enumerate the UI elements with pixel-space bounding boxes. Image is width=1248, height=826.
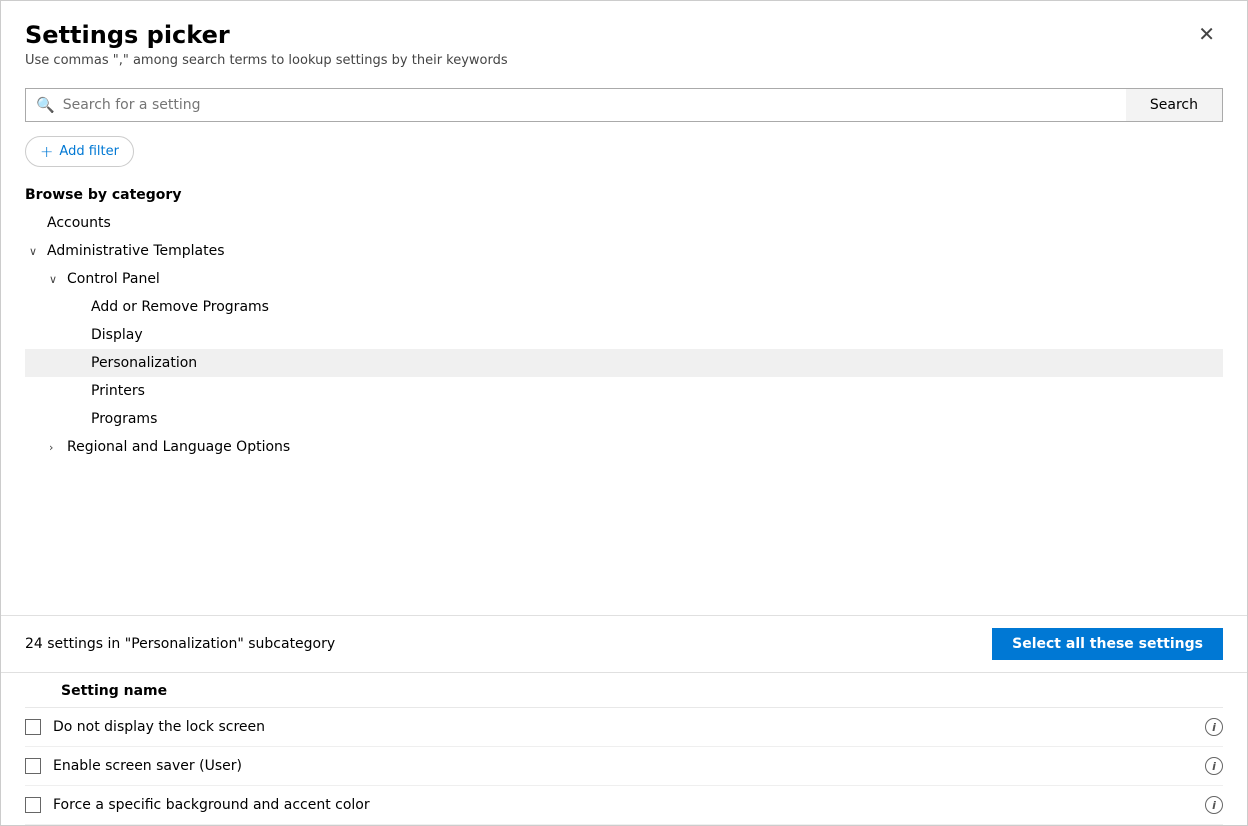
tree-item-label: Accounts xyxy=(47,215,111,231)
close-button[interactable]: ✕ xyxy=(1190,21,1223,49)
tree-item[interactable]: › Regional and Language Options xyxy=(25,433,1223,461)
settings-list: Setting name Do not display the lock scr… xyxy=(1,673,1247,825)
tree-item[interactable]: Add or Remove Programs xyxy=(25,293,1223,321)
tree-container[interactable]: Accounts ∨ Administrative Templates ∨ Contro… xyxy=(25,209,1223,615)
search-input[interactable] xyxy=(63,97,1116,113)
search-row: 🔍 Search xyxy=(1,78,1247,132)
tree-item[interactable]: Programs xyxy=(25,405,1223,433)
tree-item[interactable]: Accounts xyxy=(25,209,1223,237)
select-all-button[interactable]: Select all these settings xyxy=(992,628,1223,660)
setting-row: Enable screen saver (User) i xyxy=(25,747,1223,786)
tree-item[interactable]: Display xyxy=(25,321,1223,349)
tree-item[interactable]: ∨ Administrative Templates xyxy=(25,237,1223,265)
chevron-icon: ∨ xyxy=(29,245,43,258)
tree-item-label: Programs xyxy=(91,411,157,427)
tree-item[interactable]: ∨ Control Panel xyxy=(25,265,1223,293)
dialog-title: Settings picker xyxy=(25,21,230,49)
setting-name: Enable screen saver (User) xyxy=(53,758,1193,774)
setting-checkbox[interactable] xyxy=(25,758,41,774)
search-button[interactable]: Search xyxy=(1126,88,1223,122)
tree-item-label: Add or Remove Programs xyxy=(91,299,269,315)
setting-row: Force a specific background and accent c… xyxy=(25,786,1223,825)
info-icon[interactable]: i xyxy=(1205,757,1223,775)
tree-item[interactable]: Personalization xyxy=(25,349,1223,377)
tree-item[interactable]: Printers xyxy=(25,377,1223,405)
info-icon[interactable]: i xyxy=(1205,718,1223,736)
chevron-icon: › xyxy=(49,441,63,454)
chevron-icon: ∨ xyxy=(49,273,63,286)
setting-checkbox[interactable] xyxy=(25,797,41,813)
bottom-section: 24 settings in "Personalization" subcate… xyxy=(1,615,1247,825)
tree-item-label: Administrative Templates xyxy=(47,243,225,259)
title-row: Settings picker ✕ xyxy=(25,21,1223,49)
info-icon[interactable]: i xyxy=(1205,796,1223,814)
search-icon: 🔍 xyxy=(36,96,55,114)
browse-section: Browse by category Accounts ∨ Administrati… xyxy=(1,179,1247,615)
tree-item-label: Control Panel xyxy=(67,271,160,287)
tree-item-label: Personalization xyxy=(91,355,197,371)
settings-list-header: Setting name xyxy=(25,673,1223,708)
subcategory-count: 24 settings in "Personalization" subcate… xyxy=(25,636,335,652)
browse-title: Browse by category xyxy=(25,179,1223,209)
add-filter-label: Add filter xyxy=(59,144,119,159)
search-input-wrap: 🔍 xyxy=(25,88,1126,122)
tree-item-label: Display xyxy=(91,327,143,343)
filter-row: + Add filter xyxy=(1,132,1247,179)
dialog-header: Settings picker ✕ Use commas "," among s… xyxy=(1,1,1247,78)
dialog-subtitle: Use commas "," among search terms to loo… xyxy=(25,53,1223,68)
tree-item-label: Printers xyxy=(91,383,145,399)
setting-checkbox[interactable] xyxy=(25,719,41,735)
add-filter-button[interactable]: + Add filter xyxy=(25,136,134,167)
plus-icon: + xyxy=(40,142,53,161)
bottom-header: 24 settings in "Personalization" subcate… xyxy=(1,616,1247,673)
tree-item-label: Regional and Language Options xyxy=(67,439,290,455)
settings-picker-dialog: Settings picker ✕ Use commas "," among s… xyxy=(0,0,1248,826)
setting-name: Do not display the lock screen xyxy=(53,719,1193,735)
setting-name: Force a specific background and accent c… xyxy=(53,797,1193,813)
setting-row: Do not display the lock screen i xyxy=(25,708,1223,747)
